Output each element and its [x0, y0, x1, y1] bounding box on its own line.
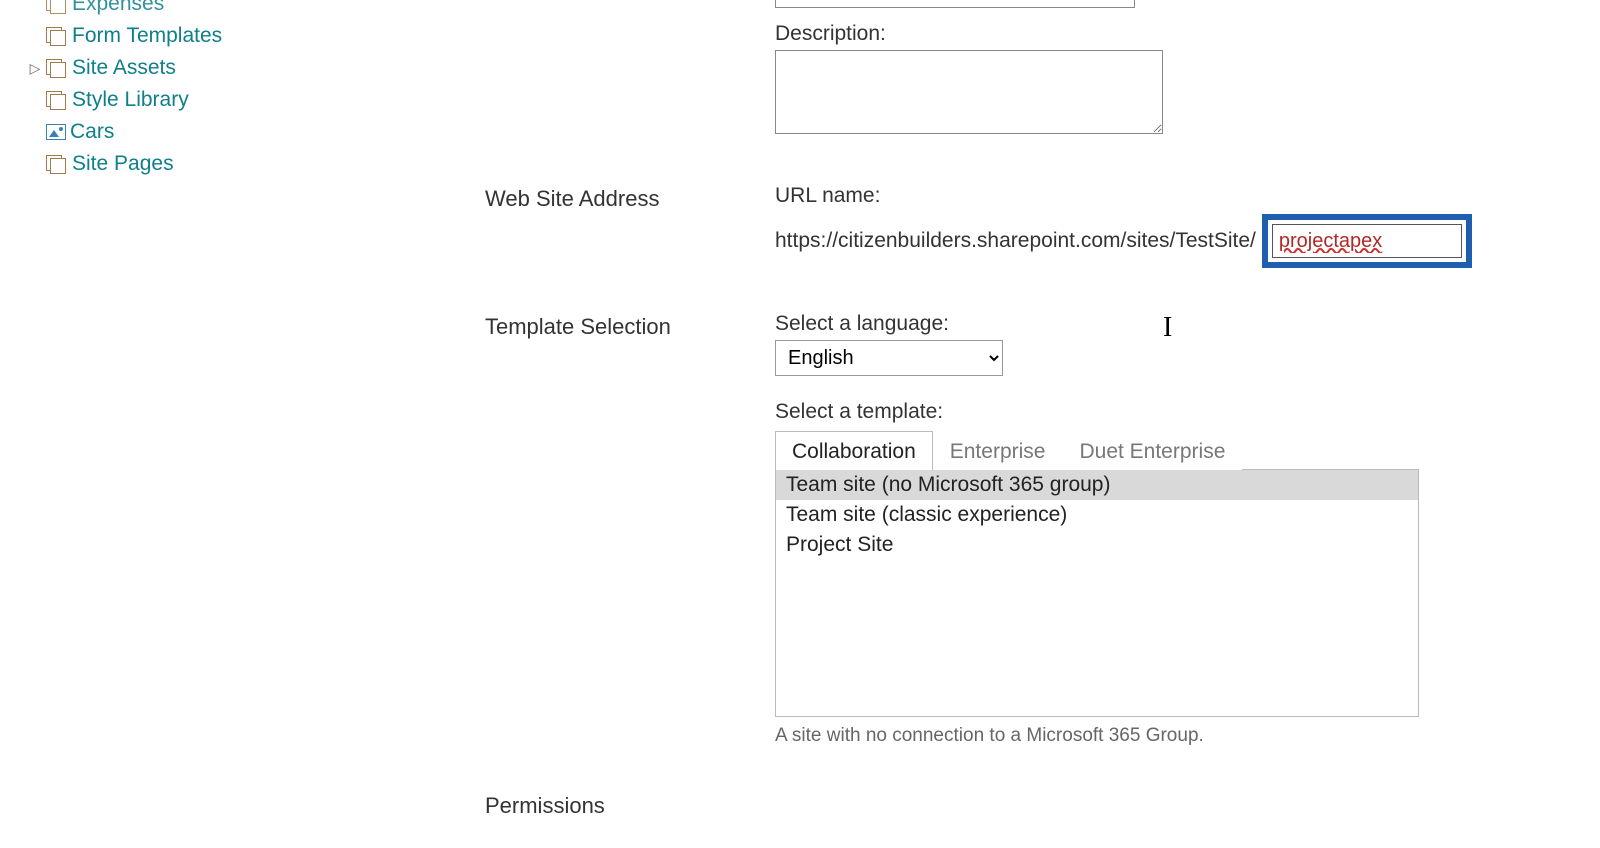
- nav-item-label: Cars: [70, 120, 114, 144]
- url-prefix-text: https://citizenbuilders.sharepoint.com/s…: [775, 229, 1256, 253]
- template-description-text: A site with no connection to a Microsoft…: [775, 725, 1560, 747]
- template-option[interactable]: Project Site: [776, 530, 1418, 560]
- nav-item-form-templates[interactable]: ▷Form Templates: [28, 20, 388, 52]
- permissions-heading: Permissions: [485, 791, 775, 819]
- document-library-icon: [46, 0, 68, 13]
- template-option[interactable]: Team site (classic experience): [776, 500, 1418, 530]
- template-tab-collaboration[interactable]: Collaboration: [775, 431, 933, 470]
- expand-caret-icon[interactable]: ▷: [28, 60, 42, 77]
- template-tab-duet-enterprise[interactable]: Duet Enterprise: [1062, 431, 1242, 470]
- template-listbox[interactable]: Team site (no Microsoft 365 group)Team s…: [775, 469, 1419, 717]
- nav-item-label: Site Assets: [72, 56, 176, 80]
- select-language-label: Select a language:: [775, 312, 1560, 336]
- left-nav-tree: ▷Expenses▷Form Templates ▷ Site Assets ▷Sty…: [28, 0, 388, 180]
- picture-library-icon: [46, 124, 66, 140]
- nav-item-site-pages[interactable]: ▷Site Pages: [28, 148, 388, 180]
- template-option[interactable]: Team site (no Microsoft 365 group): [776, 470, 1418, 500]
- title-description-heading: [485, 0, 775, 2]
- template-tab-enterprise[interactable]: Enterprise: [933, 431, 1063, 470]
- document-library-icon: [46, 27, 68, 45]
- template-selection-heading: Template Selection: [485, 312, 775, 340]
- nav-item-site-assets[interactable]: ▷ Site Assets: [28, 52, 388, 84]
- document-library-icon: [46, 155, 68, 173]
- description-textarea[interactable]: [775, 50, 1163, 134]
- web-site-address-heading: Web Site Address: [485, 184, 775, 212]
- nav-item-cars[interactable]: ▷Cars: [28, 116, 388, 148]
- nav-item-label: Style Library: [72, 88, 189, 112]
- url-name-label: URL name:: [775, 184, 1560, 208]
- url-name-input[interactable]: [1272, 224, 1462, 258]
- nav-item-label: Expenses: [72, 0, 164, 16]
- description-label: Description:: [775, 22, 1560, 46]
- select-template-label: Select a template:: [775, 400, 1560, 424]
- url-input-highlight: [1262, 214, 1472, 268]
- new-subsite-form: Description: Web Site Address URL name: …: [485, 0, 1560, 819]
- title-input[interactable]: [775, 0, 1135, 8]
- document-library-icon: [46, 59, 68, 77]
- nav-item-label: Form Templates: [72, 24, 222, 48]
- language-select[interactable]: English: [775, 340, 1003, 376]
- nav-item-expenses[interactable]: ▷Expenses: [28, 0, 388, 20]
- nav-item-label: Site Pages: [72, 152, 174, 176]
- nav-item-style-library[interactable]: ▷Style Library: [28, 84, 388, 116]
- template-category-tabs: CollaborationEnterpriseDuet Enterprise: [775, 430, 1560, 469]
- document-library-icon: [46, 91, 68, 109]
